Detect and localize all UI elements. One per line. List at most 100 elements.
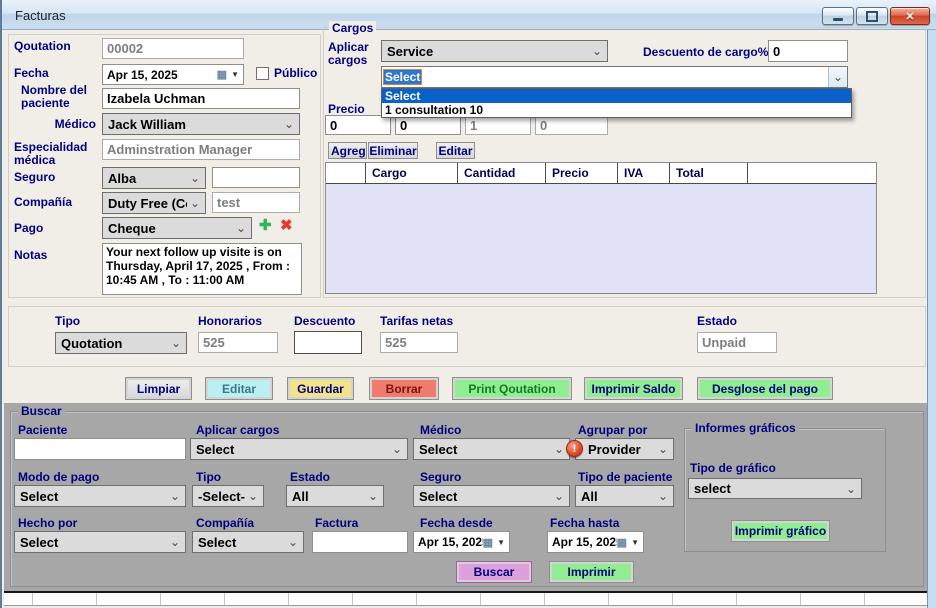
chevron-down-icon: ⌄ xyxy=(833,72,843,82)
maximize-button[interactable] xyxy=(856,7,888,25)
cargo-combobox[interactable]: Select ⌄ xyxy=(381,66,848,88)
quotation-field[interactable]: 00002 xyxy=(102,38,244,59)
seguro-search-select[interactable]: Select ⌄ xyxy=(413,485,570,507)
cantidad-field[interactable]: 1 xyxy=(465,115,531,135)
descuento-cargo-field[interactable]: 0 xyxy=(768,40,848,62)
window-left-border xyxy=(0,0,2,608)
fecha-desde-datepicker[interactable]: Apr 15, 2025 ▦ ▼ xyxy=(413,531,510,553)
nombre-label: Nombre del paciente xyxy=(21,84,99,110)
desglose-pago-button[interactable]: Desglose del pago xyxy=(697,377,833,400)
add-payment-icon[interactable]: ✚ xyxy=(259,218,272,234)
dropdown-arrow-icon: ▼ xyxy=(631,538,639,547)
fecha-desde-label: Fecha desde xyxy=(420,516,493,530)
chevron-down-icon: ⌄ xyxy=(658,444,668,454)
tarifas-netas-field[interactable]: 525 xyxy=(380,332,458,353)
buscar-button[interactable]: Buscar xyxy=(456,561,532,583)
cargos-table-header: Cargo Cantidad Precio IVA Total xyxy=(326,163,876,184)
chevron-down-icon: ⌄ xyxy=(171,338,181,348)
chevron-down-icon: ⌄ xyxy=(658,491,668,501)
compania-search-select[interactable]: Select ⌄ xyxy=(192,531,304,553)
estado-search-select[interactable]: All ⌄ xyxy=(286,485,384,507)
minimize-icon xyxy=(833,18,843,21)
cargo-dropdown-list: Select 1 consultation 10 xyxy=(381,88,852,118)
compania-select[interactable]: Duty Free (Co ⌄ xyxy=(102,192,206,214)
aplicar-cargos-label: Aplicar cargos xyxy=(328,41,378,67)
dropdown-arrow-icon: ▼ xyxy=(497,538,505,547)
notas-textarea[interactable]: Your next follow up visite is on Thursda… xyxy=(102,243,302,295)
iva-field[interactable]: 0 xyxy=(535,115,608,135)
publico-label: Público xyxy=(274,67,317,80)
especialidad-label: Especialidad médica xyxy=(14,141,102,167)
results-grid-header xyxy=(4,593,934,606)
minimize-button[interactable] xyxy=(822,7,854,25)
window-right-border xyxy=(927,30,936,608)
nombre-field[interactable]: Izabela Uchman xyxy=(102,88,300,109)
precio-field-2[interactable]: 0 xyxy=(395,115,461,135)
fecha-hasta-label: Fecha hasta xyxy=(550,516,619,530)
agrupar-por-select[interactable]: Provider ⌄ xyxy=(575,438,674,460)
service-select[interactable]: Service ⌄ xyxy=(381,40,608,62)
tipo-paciente-select[interactable]: All ⌄ xyxy=(575,485,674,507)
chevron-down-icon: ⌄ xyxy=(190,173,200,183)
fecha-datepicker[interactable]: Apr 15, 2025 ▦ ▼ xyxy=(102,64,244,85)
chevron-down-icon: ⌄ xyxy=(284,119,294,129)
seguro-search-label: Seguro xyxy=(420,470,461,484)
tipo-paciente-label: Tipo de paciente xyxy=(578,470,672,484)
seguro-extra-field[interactable] xyxy=(212,167,300,188)
medico-label: Médico xyxy=(14,118,96,131)
tipo-grafico-select[interactable]: select ⌄ xyxy=(688,478,862,499)
hecho-por-select[interactable]: Select ⌄ xyxy=(14,531,186,553)
notas-label: Notas xyxy=(14,249,47,262)
hecho-por-label: Hecho por xyxy=(18,516,77,530)
cargos-group-label: Cargos xyxy=(329,21,376,35)
cargos-table: Cargo Cantidad Precio IVA Total xyxy=(325,162,877,294)
editar-cargo-button[interactable]: Editar xyxy=(436,142,475,159)
precio-field-1[interactable]: 0 xyxy=(325,115,391,135)
aplicar-cargos-search-label: Aplicar cargos xyxy=(196,423,279,437)
col-cantidad: Cantidad xyxy=(458,163,546,183)
honorarios-field[interactable]: 525 xyxy=(198,332,278,353)
col-rowselector xyxy=(326,163,366,183)
tipo-select[interactable]: Quotation ⌄ xyxy=(55,332,187,354)
estado-field[interactable]: Unpaid xyxy=(697,332,777,353)
medico-select[interactable]: Jack William ⌄ xyxy=(102,113,300,135)
paciente-search-field[interactable] xyxy=(14,438,186,460)
modo-pago-select[interactable]: Select ⌄ xyxy=(14,485,186,507)
agregar-button[interactable]: Agregar xyxy=(328,142,367,159)
dropdown-option-consultation[interactable]: 1 consultation 10 xyxy=(382,103,851,117)
limpiar-button[interactable]: Limpiar xyxy=(125,377,192,400)
fecha-hasta-datepicker[interactable]: Apr 15, 2025 ▦ ▼ xyxy=(547,531,644,553)
pago-select[interactable]: Cheque ⌄ xyxy=(102,217,252,239)
maximize-icon xyxy=(866,11,878,22)
eliminar-button[interactable]: Eliminar xyxy=(368,142,418,159)
editar-button[interactable]: Editar xyxy=(205,377,273,400)
close-button[interactable]: ✕ xyxy=(890,7,930,25)
print-qoutation-button[interactable]: Print Qoutation xyxy=(452,377,572,400)
imprimir-grafico-button[interactable]: Imprimir gráfico xyxy=(731,520,830,542)
tipo-search-select[interactable]: -Select- ⌄ xyxy=(192,485,264,507)
imprimir-saldo-button[interactable]: Imprimir Saldo xyxy=(584,377,683,400)
compania-search-label: Compañía xyxy=(196,516,254,530)
aplicar-cargos-search-select[interactable]: Select ⌄ xyxy=(190,438,408,460)
especialidad-field[interactable]: Adminstration Manager xyxy=(102,139,300,160)
imprimir-button[interactable]: Imprimir xyxy=(549,561,634,583)
combo-dropdown-button[interactable]: ⌄ xyxy=(828,67,847,87)
col-precio: Precio xyxy=(546,163,618,183)
error-provider-icon: ! xyxy=(566,440,583,457)
buscar-group-label: Buscar xyxy=(18,404,65,418)
dropdown-option-select[interactable]: Select xyxy=(382,89,851,103)
delete-payment-icon[interactable]: ✖ xyxy=(280,218,293,234)
seguro-select[interactable]: Alba ⌄ xyxy=(102,167,206,189)
seguro-label: Seguro xyxy=(14,171,55,184)
guardar-button[interactable]: Guardar xyxy=(287,377,354,400)
paciente-label: Paciente xyxy=(18,423,67,437)
factura-field[interactable] xyxy=(312,531,408,553)
medico-search-select[interactable]: Select ⌄ xyxy=(413,438,570,460)
agrupar-por-label: Agrupar por xyxy=(578,423,647,437)
publico-checkbox[interactable] xyxy=(256,67,269,80)
compania-extra-field[interactable]: test xyxy=(212,192,300,213)
titlebar: Facturas ✕ xyxy=(0,0,936,30)
estado-search-label: Estado xyxy=(290,470,330,484)
borrar-button[interactable]: Borrar xyxy=(369,377,439,400)
descuento-field[interactable] xyxy=(294,331,362,354)
